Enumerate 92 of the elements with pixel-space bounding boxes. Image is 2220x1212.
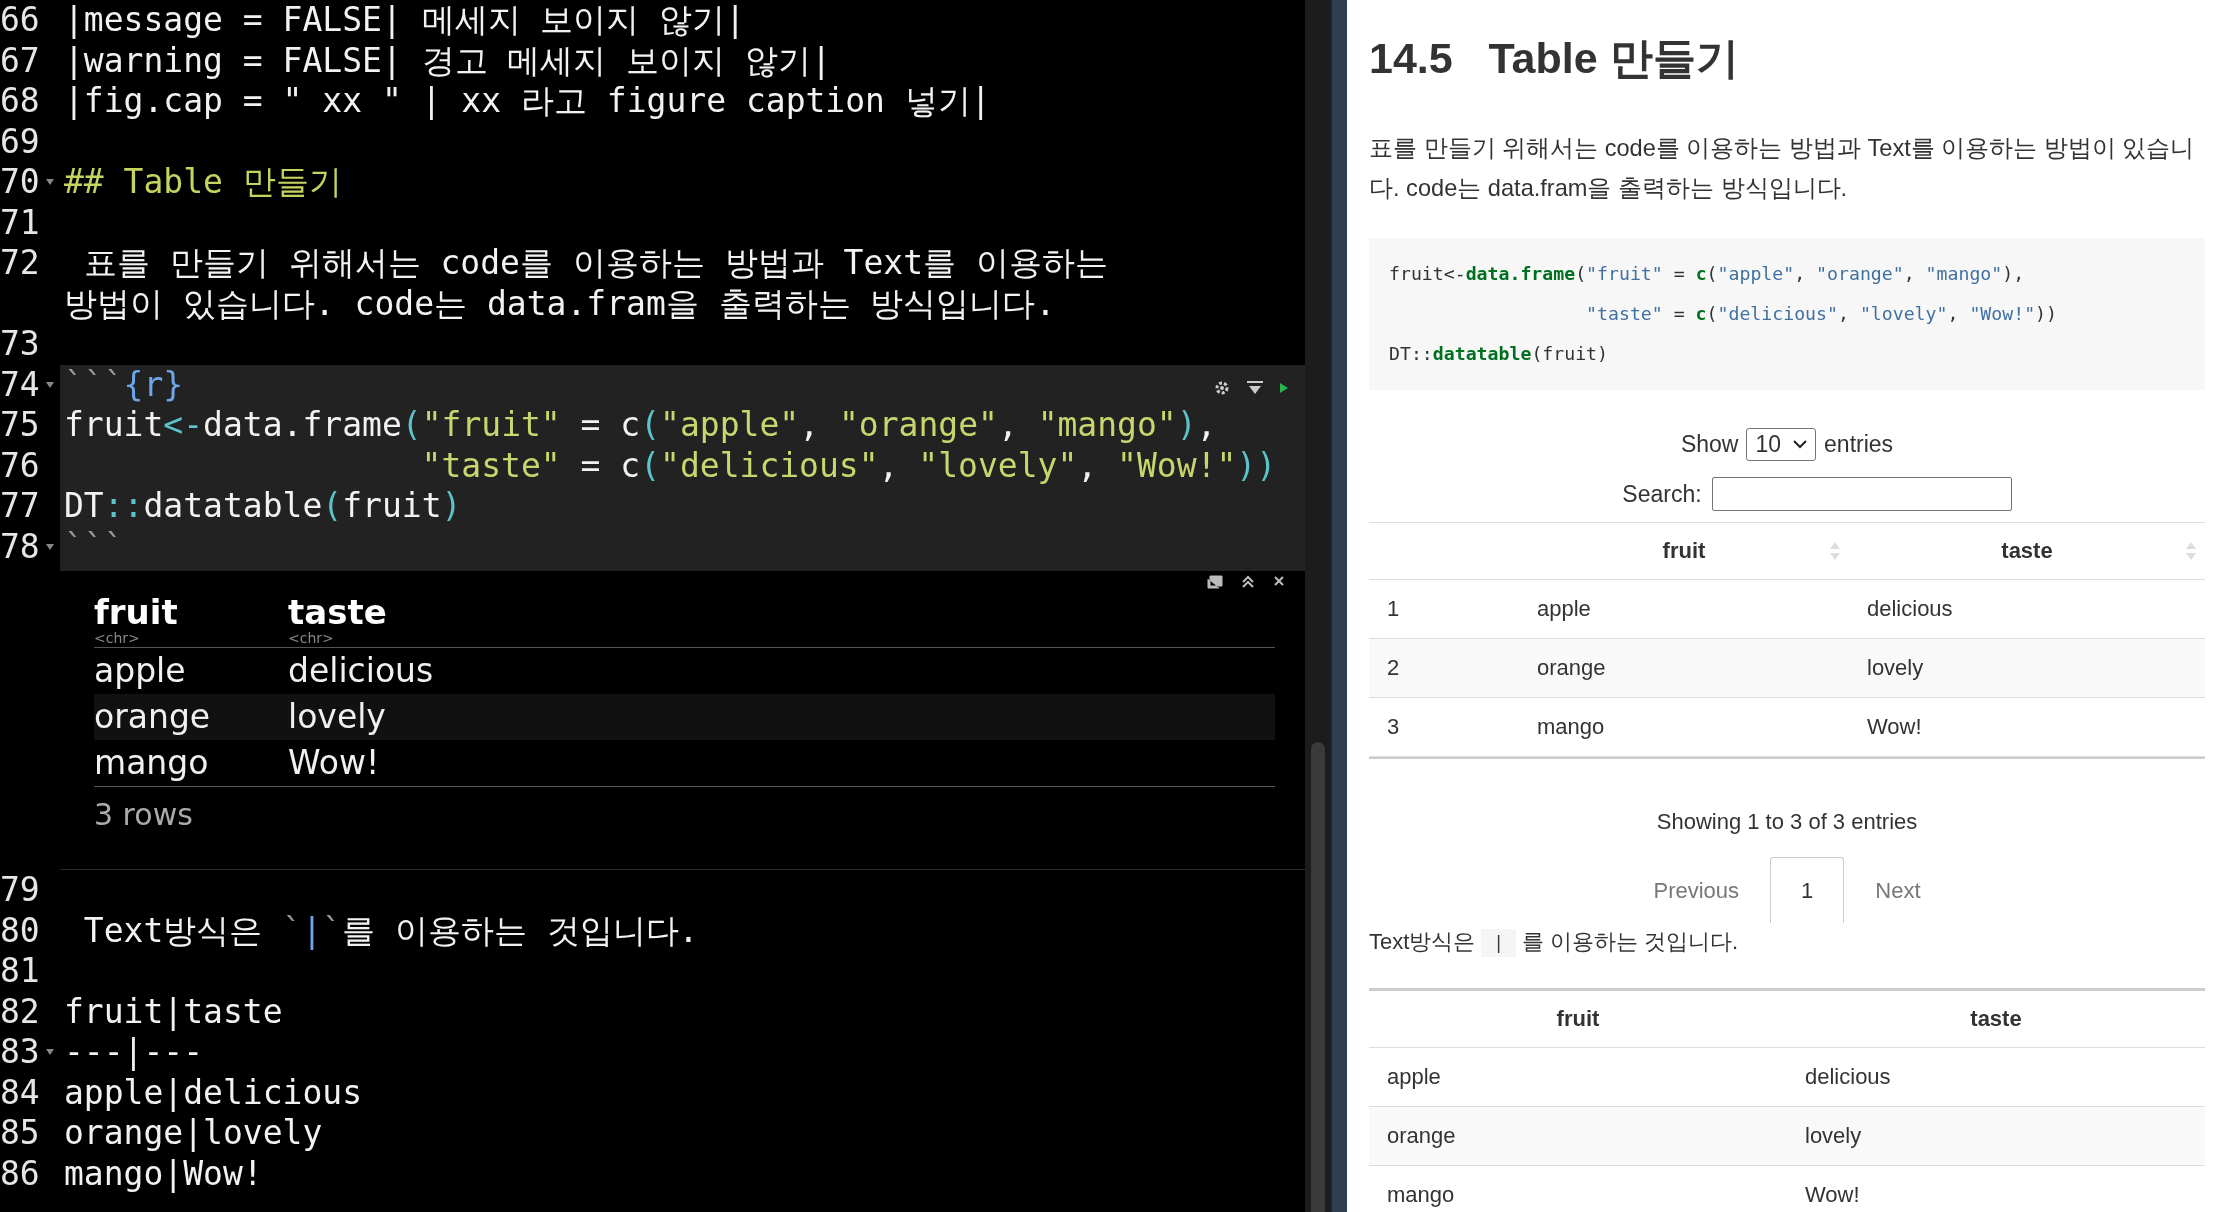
line-number: 85 <box>0 1113 40 1154</box>
search-label: Search: <box>1622 480 1702 508</box>
close-icon[interactable] <box>1273 575 1285 587</box>
table-cell-text: Wow! <box>1804 1182 1861 1208</box>
column-type: <chr> <box>94 631 141 645</box>
line-number: 78 <box>0 526 40 567</box>
line-number: 81 <box>0 951 40 992</box>
fold-arrow-icon[interactable] <box>46 1049 54 1055</box>
fold-arrow-icon[interactable] <box>46 179 54 185</box>
row-index: 2 <box>1386 655 1401 681</box>
column-header: taste <box>1970 1006 2022 1032</box>
row-count: 3 rows <box>94 797 193 832</box>
entries-dropdown[interactable]: 10 <box>1746 427 1817 461</box>
fold-arrow-icon[interactable] <box>46 543 54 550</box>
line-number: 79 <box>0 870 40 911</box>
pagination-button[interactable]: 1 <box>1770 857 1845 923</box>
table-cell-text: Wow! <box>288 742 381 784</box>
table-cell-text: mango <box>94 742 210 784</box>
line-number: 75 <box>0 405 40 446</box>
editor-line: mango|Wow! <box>64 1153 263 1193</box>
line-number: 76 <box>0 445 40 486</box>
editor-line: ---|--- <box>64 1032 204 1071</box>
fold-arrow-icon[interactable] <box>46 381 54 388</box>
column-header: fruit <box>94 593 179 631</box>
line-number: 73 <box>0 324 40 365</box>
column-type: <chr> <box>288 631 335 645</box>
line-number: 74 <box>0 364 40 405</box>
table-cell-text: delicious <box>1804 1064 1892 1090</box>
code-line: fruit<-data.frame("fruit" = c("apple", "orange", "mango"), <box>1389 262 2026 286</box>
line-number: 71 <box>0 202 40 243</box>
code-line: "taste" = c("delicious", "lovely", "Wow!")) <box>1585 302 2058 326</box>
table-cell-text: apple <box>94 650 187 692</box>
row-index: 3 <box>1386 714 1401 740</box>
editor-line: ``` <box>64 526 124 566</box>
row-index: 1 <box>1386 596 1401 622</box>
line-number: 67 <box>0 40 40 81</box>
show-label: Show <box>1680 430 1739 458</box>
table-cell-text: apple <box>1536 596 1592 622</box>
editor-line: ## Table 만들기 <box>64 162 342 201</box>
column-header[interactable]: taste <box>2001 538 2053 564</box>
table-cell-text: lovely <box>1804 1123 1863 1149</box>
table-cell-text: orange <box>1536 655 1607 681</box>
scrollbar-thumb[interactable] <box>1311 742 1325 1212</box>
line-number: 83 <box>0 1032 40 1073</box>
editor-line: 표를 만들기 위해서는 code를 이용하는 방법과 Text를 이용하는 <box>82 243 1108 282</box>
line-number: 82 <box>0 991 40 1032</box>
table-cell-text: delicious <box>288 650 435 692</box>
line-number: 66 <box>0 0 40 41</box>
line-number: 69 <box>0 121 40 162</box>
column-header: taste <box>288 593 388 631</box>
editor-line: fruit|taste <box>64 991 283 1031</box>
table-cell-text: delicious <box>1866 596 1954 622</box>
code-line: DT::datatable(fruit) <box>64 486 462 525</box>
table-cell-text: Wow! <box>1866 714 1923 740</box>
entries-label: entries <box>1824 430 1894 458</box>
table-cell-text: mango <box>1386 1182 1456 1208</box>
table-cell-text: orange <box>1386 1123 1457 1149</box>
editor-line: 방법이 있습니다. code는 data.fram을 출력하는 방식입니다. <box>64 283 1056 323</box>
table-cell-text: orange <box>94 696 212 738</box>
paragraph: Text방식은 | 를 이용하는 것입니다. <box>1369 923 2205 962</box>
line-number: 70 <box>0 162 40 203</box>
line-number: 84 <box>0 1072 40 1113</box>
section-heading: 14.5 Table 만들기 <box>1369 33 1740 84</box>
code-line: fruit<-data.frame("fruit" = c("apple", "orange", "mango"), <box>64 405 1217 444</box>
editor-line: |warning = FALSE| 경고 메세지 보이지 않기| <box>64 40 832 80</box>
table-cell-text: apple <box>1386 1064 1442 1090</box>
down-arrow-icon[interactable] <box>1247 380 1263 395</box>
editor-line: orange|lovely <box>64 1113 323 1152</box>
table-cell-text: lovely <box>1866 655 1925 681</box>
column-header[interactable]: fruit <box>1662 538 1706 564</box>
window-icon[interactable] <box>1207 575 1223 589</box>
table-cell-text: mango <box>1536 714 1606 740</box>
editor-line: |message = FALSE| 메세지 보이지 않기| <box>64 0 746 39</box>
table-info: Showing 1 to 3 of 3 entries <box>1655 809 1919 835</box>
line-number: 86 <box>0 1153 40 1194</box>
line-number: 72 <box>0 243 40 284</box>
code-line: DT::datatable(fruit) <box>1389 342 1610 366</box>
column-header: fruit <box>1556 1006 1600 1032</box>
code-line: "taste" = c("delicious", "lovely", "Wow!")) <box>420 445 1276 485</box>
paragraph: 표를 만들기 위해서는 code를 이용하는 방법과 Text를 이용하는 방법이 있습니다. code는 data.fram을 출력하는 방식입니다. <box>1369 134 2196 203</box>
play-icon[interactable] <box>1279 380 1289 395</box>
editor-line: apple|delicious <box>64 1072 362 1112</box>
double-caret-icon[interactable] <box>1241 575 1255 589</box>
line-number: 68 <box>0 81 40 122</box>
editor-line: |fig.cap = " xx " | xx 라고 figure caption 넣기| <box>64 81 991 120</box>
editor-line: ```{r} <box>64 364 184 404</box>
caret-icon <box>1793 439 1808 449</box>
search-field[interactable] <box>1711 477 2012 511</box>
table-cell-text: lovely <box>288 696 387 738</box>
editor-line: Text방식은 `|`를 이용하는 것입니다. <box>82 910 699 950</box>
line-number: 80 <box>0 910 40 951</box>
line-number: 77 <box>0 486 40 527</box>
